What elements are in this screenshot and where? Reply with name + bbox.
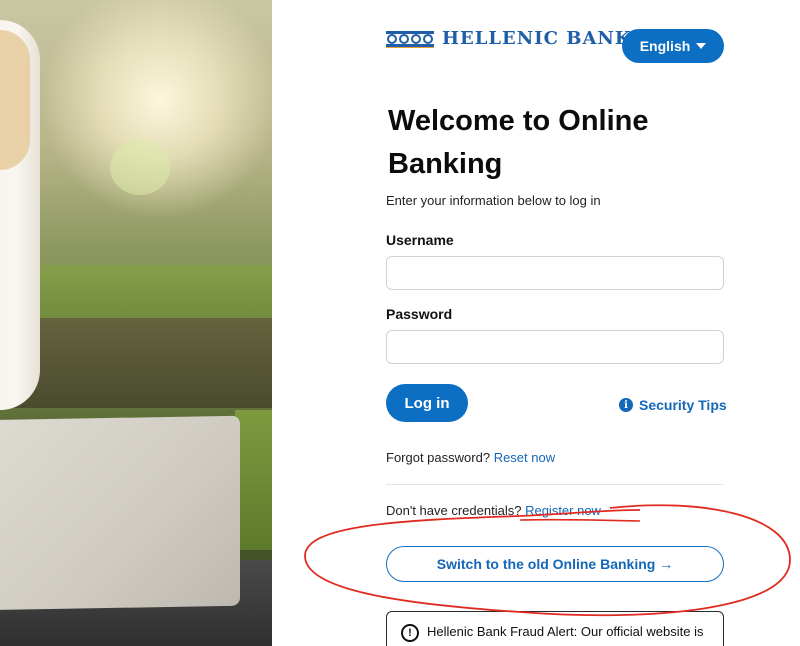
register-now-link[interactable]: Register now xyxy=(525,503,601,518)
switch-old-banking-button[interactable]: Switch to the old Online Banking → xyxy=(386,546,724,582)
security-tips-link[interactable]: i Security Tips xyxy=(619,397,727,413)
alert-icon: ! xyxy=(401,624,419,642)
lawn xyxy=(0,265,272,325)
forgot-password-text: Forgot password? Reset now xyxy=(386,450,555,465)
columns-logo-icon xyxy=(386,30,434,48)
page-subtitle: Enter your information below to log in xyxy=(386,193,601,208)
grass xyxy=(235,410,272,550)
bokeh-light xyxy=(110,140,170,195)
fraud-alert: ! Hellenic Bank Fraud Alert: Our officia… xyxy=(386,611,724,646)
bank-logo[interactable]: HELLENIC BANK xyxy=(386,28,632,49)
page-title: Welcome to Online Banking xyxy=(388,105,649,180)
language-selector[interactable]: English xyxy=(622,29,724,63)
forgot-password-label: Forgot password? xyxy=(386,450,491,465)
info-icon: i xyxy=(619,398,633,412)
bank-name: HELLENIC BANK xyxy=(442,28,632,49)
language-label: English xyxy=(639,38,691,54)
register-prompt: Don't have credentials? xyxy=(386,503,522,518)
person-hair xyxy=(0,30,30,170)
reset-now-link[interactable]: Reset now xyxy=(494,450,555,465)
divider xyxy=(386,484,724,485)
laptop xyxy=(0,415,240,611)
security-tips-label: Security Tips xyxy=(639,397,727,413)
hedge xyxy=(0,318,272,408)
login-button[interactable]: Log in xyxy=(386,384,468,422)
register-text: Don't have credentials? Register now xyxy=(386,503,601,518)
chevron-down-icon xyxy=(696,43,707,49)
username-input[interactable] xyxy=(386,256,724,290)
hero-photo xyxy=(0,0,272,646)
username-label: Username xyxy=(386,232,454,248)
login-pane: HELLENIC BANK English Welcome to Online … xyxy=(272,0,800,646)
password-input[interactable] xyxy=(386,330,724,364)
password-label: Password xyxy=(386,306,453,322)
fraud-alert-text: Hellenic Bank Fraud Alert: Our official … xyxy=(427,624,704,639)
